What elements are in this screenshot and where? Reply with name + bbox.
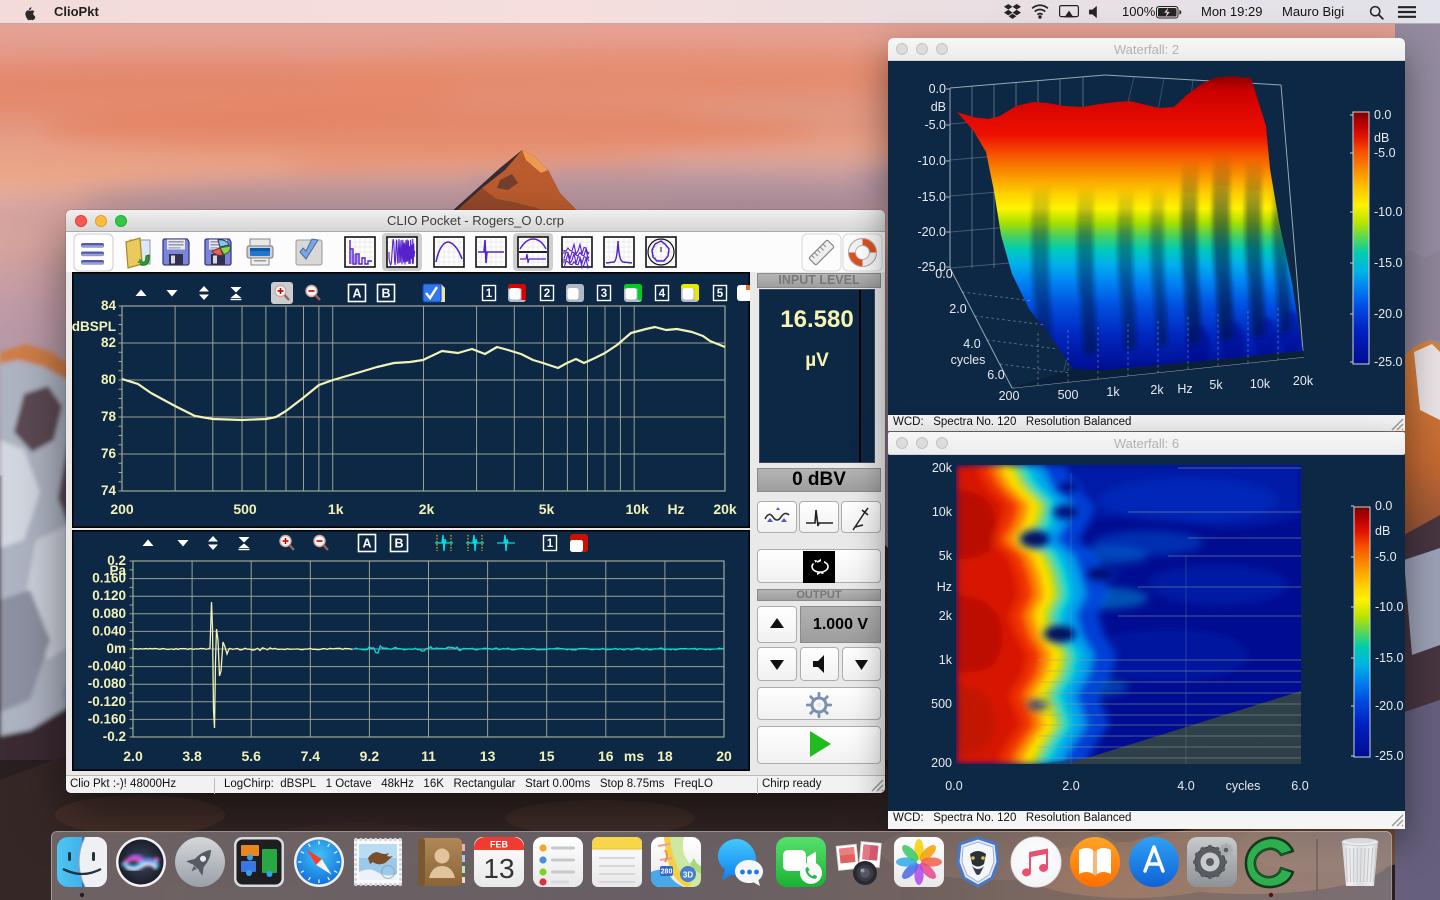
- svg-text:0.0: 0.0: [935, 267, 952, 281]
- svg-text:-25.0: -25.0: [1375, 749, 1404, 763]
- svg-text:13: 13: [483, 853, 514, 884]
- svg-text:2.0: 2.0: [1062, 779, 1079, 793]
- svg-text:4: 4: [659, 288, 666, 300]
- svg-text:10k: 10k: [932, 505, 953, 519]
- svg-text:A: A: [352, 287, 361, 301]
- svg-text:ms: ms: [624, 748, 644, 764]
- svg-text:-25.0: -25.0: [1374, 355, 1403, 369]
- svg-text:82: 82: [101, 335, 116, 350]
- svg-text:0.0: 0.0: [1375, 499, 1392, 513]
- svg-text:10k: 10k: [1250, 377, 1271, 391]
- svg-text:500: 500: [233, 501, 257, 517]
- svg-text:74: 74: [101, 483, 117, 498]
- svg-text:1: 1: [547, 538, 554, 550]
- svg-text:76: 76: [101, 446, 117, 461]
- svg-text:-0.040: -0.040: [88, 659, 126, 674]
- svg-text:1k: 1k: [328, 501, 344, 517]
- svg-text:280: 280: [661, 869, 673, 876]
- svg-text:5k: 5k: [939, 549, 953, 563]
- svg-text:-0.120: -0.120: [88, 694, 126, 709]
- svg-text:200: 200: [931, 756, 952, 770]
- svg-text:6.0: 6.0: [1291, 779, 1308, 793]
- svg-text:84: 84: [101, 298, 117, 313]
- svg-text:-10.0: -10.0: [1374, 205, 1403, 219]
- svg-text:500: 500: [1058, 388, 1079, 402]
- svg-text:1k: 1k: [939, 653, 953, 667]
- svg-text:5.6: 5.6: [241, 748, 261, 764]
- svg-text:6.0: 6.0: [987, 368, 1004, 382]
- svg-text:20k: 20k: [713, 501, 737, 517]
- svg-text:-0.2: -0.2: [103, 729, 126, 744]
- svg-text:Hz: Hz: [667, 501, 684, 517]
- svg-text:3.8: 3.8: [182, 748, 202, 764]
- svg-text:A: A: [362, 537, 371, 551]
- svg-text:200: 200: [110, 501, 134, 517]
- svg-text:3D: 3D: [683, 871, 693, 880]
- svg-text:0.0: 0.0: [1374, 108, 1391, 122]
- svg-text:Hz: Hz: [1177, 382, 1192, 396]
- svg-text:cycles: cycles: [1226, 779, 1261, 793]
- svg-text:-15.0: -15.0: [1375, 651, 1404, 665]
- svg-text:-5.0: -5.0: [1375, 550, 1397, 564]
- svg-text:20k: 20k: [932, 461, 953, 475]
- svg-text:2k: 2k: [1150, 383, 1164, 397]
- svg-text:200: 200: [999, 389, 1020, 403]
- svg-text:5k: 5k: [1209, 378, 1223, 392]
- svg-text:2.0: 2.0: [123, 748, 143, 764]
- svg-text:0m: 0m: [106, 641, 126, 656]
- svg-text:-5.0: -5.0: [1374, 146, 1396, 160]
- svg-text:-10.0: -10.0: [1375, 600, 1404, 614]
- svg-text:-5.0: -5.0: [924, 118, 946, 132]
- svg-text:cycles: cycles: [951, 353, 986, 367]
- svg-text:1k: 1k: [1106, 385, 1120, 399]
- svg-text:-20.0: -20.0: [1374, 307, 1403, 321]
- svg-text:11: 11: [421, 748, 436, 764]
- svg-text:4.0: 4.0: [963, 337, 980, 351]
- svg-text:Hz: Hz: [937, 580, 952, 594]
- svg-text:2k: 2k: [939, 609, 953, 623]
- svg-text:dB: dB: [1375, 524, 1390, 538]
- svg-text:2: 2: [544, 288, 550, 300]
- svg-text:-20.0: -20.0: [1375, 699, 1404, 713]
- svg-text:0.160: 0.160: [92, 571, 126, 586]
- svg-text:0.040: 0.040: [92, 623, 126, 638]
- svg-text:B: B: [394, 537, 403, 551]
- svg-text:10k: 10k: [626, 501, 650, 517]
- svg-text:20: 20: [716, 748, 732, 764]
- svg-text:3: 3: [601, 288, 607, 300]
- svg-text:0.120: 0.120: [92, 588, 126, 603]
- svg-text:13: 13: [480, 748, 496, 764]
- svg-text:7.4: 7.4: [301, 748, 321, 764]
- svg-text:4.0: 4.0: [1177, 779, 1194, 793]
- svg-text:-0.080: -0.080: [88, 676, 126, 691]
- svg-text:-15.0: -15.0: [1374, 256, 1403, 270]
- svg-text:-15.0: -15.0: [918, 190, 947, 204]
- svg-text:80: 80: [101, 372, 116, 387]
- svg-text:78: 78: [101, 409, 117, 424]
- svg-text:15: 15: [539, 748, 555, 764]
- svg-text:-0.160: -0.160: [88, 711, 126, 726]
- svg-text:5: 5: [717, 288, 724, 300]
- svg-text:FEB: FEB: [490, 840, 509, 850]
- svg-text:-10.0: -10.0: [918, 154, 947, 168]
- svg-text:0.0: 0.0: [945, 779, 962, 793]
- svg-text:16: 16: [598, 748, 614, 764]
- svg-text:dBSPL: dBSPL: [72, 319, 116, 334]
- svg-text:0.0: 0.0: [929, 82, 946, 96]
- svg-text:500: 500: [931, 697, 952, 711]
- svg-text:20k: 20k: [1293, 374, 1314, 388]
- svg-text:18: 18: [657, 748, 673, 764]
- svg-text:0.080: 0.080: [92, 606, 126, 621]
- svg-text:-20.0: -20.0: [918, 225, 947, 239]
- svg-text:dB: dB: [1374, 131, 1389, 145]
- svg-text:dB: dB: [931, 100, 946, 114]
- svg-text:9.2: 9.2: [360, 748, 380, 764]
- svg-text:2.0: 2.0: [949, 302, 966, 316]
- svg-text:1: 1: [486, 288, 493, 300]
- svg-text:B: B: [381, 287, 390, 301]
- svg-text:2k: 2k: [419, 501, 435, 517]
- svg-text:5k: 5k: [539, 501, 555, 517]
